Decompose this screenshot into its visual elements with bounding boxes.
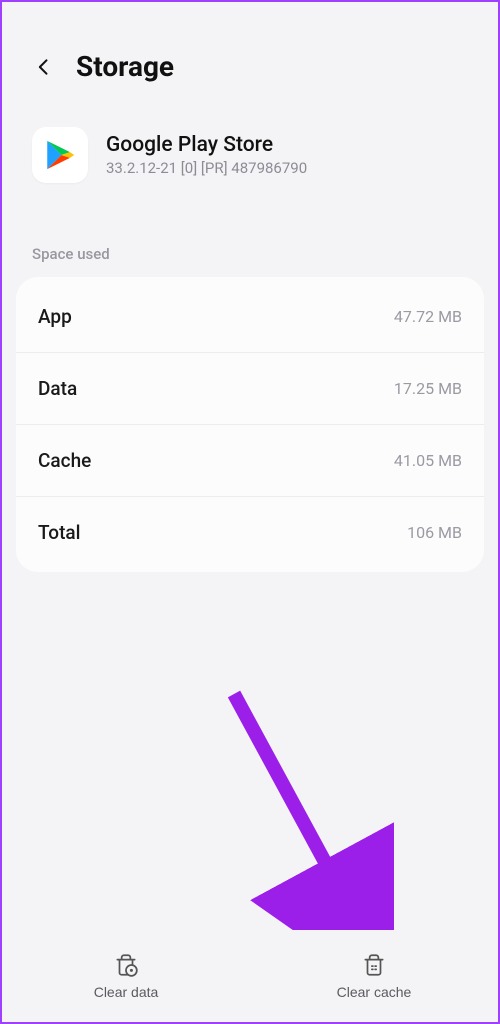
section-label-space-used: Space used (2, 211, 498, 273)
bottom-action-bar: Clear data Clear cache (2, 930, 498, 1022)
clear-cache-label: Clear cache (337, 984, 412, 1000)
clear-cache-button[interactable]: Clear cache (250, 930, 498, 1022)
clear-data-label: Clear data (94, 984, 159, 1000)
row-data: Data 17.25 MB (16, 352, 484, 424)
page-title: Storage (76, 50, 174, 83)
row-label: Cache (38, 449, 91, 472)
app-version: 33.2.12-21 [0] [PR] 487986790 (106, 159, 307, 177)
row-total: Total 106 MB (16, 496, 484, 568)
row-value: 47.72 MB (394, 307, 462, 326)
trash-settings-icon (113, 952, 139, 978)
app-name: Google Play Store (106, 133, 307, 157)
row-label: Data (38, 377, 77, 400)
header: Storage (2, 2, 498, 103)
back-button[interactable] (30, 53, 58, 81)
row-label: App (38, 305, 72, 328)
row-value: 17.25 MB (394, 379, 462, 398)
row-value: 106 MB (407, 523, 462, 542)
app-icon (32, 127, 88, 183)
row-app: App 47.72 MB (16, 281, 484, 352)
row-cache: Cache 41.05 MB (16, 424, 484, 496)
chevron-left-icon (34, 57, 54, 77)
space-used-card: App 47.72 MB Data 17.25 MB Cache 41.05 M… (16, 277, 484, 572)
row-value: 41.05 MB (394, 451, 462, 470)
app-info: Google Play Store 33.2.12-21 [0] [PR] 48… (106, 133, 307, 177)
app-info-row: Google Play Store 33.2.12-21 [0] [PR] 48… (2, 103, 498, 211)
storage-screen: Storage Google Play Store 33.2.12-21 [0]… (0, 0, 500, 1024)
play-store-icon (43, 138, 77, 172)
clear-data-button[interactable]: Clear data (2, 930, 250, 1022)
row-label: Total (38, 521, 80, 544)
annotation-arrow-icon (224, 684, 394, 964)
trash-sparkle-icon (361, 952, 387, 978)
